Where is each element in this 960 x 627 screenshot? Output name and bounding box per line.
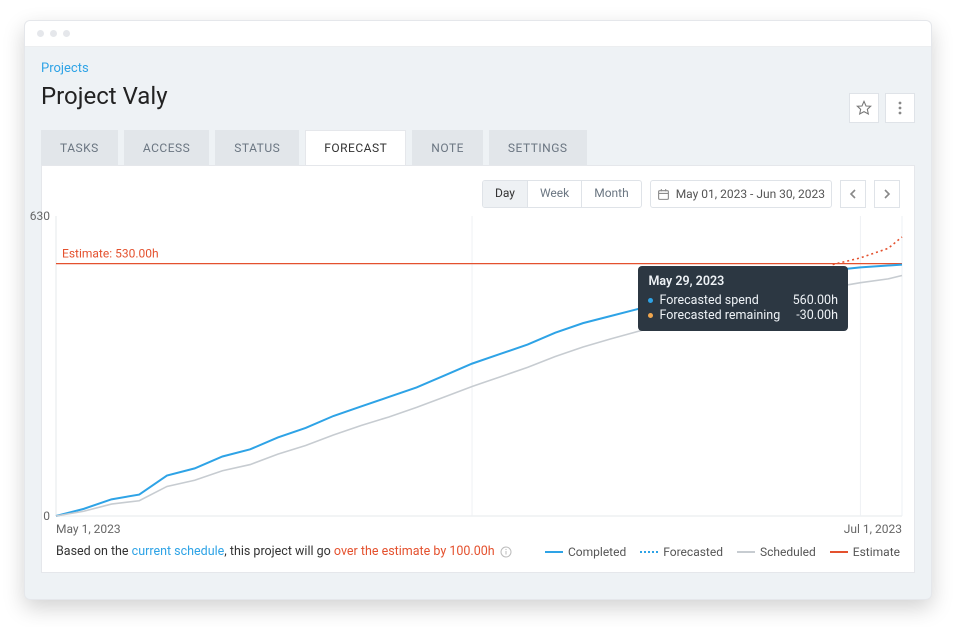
- window-titlebar: [25, 21, 931, 47]
- forecast-chart: 630 0 May 1, 2023 Jul 1, 2023 Estimate: …: [56, 216, 902, 516]
- legend-forecasted: Forecasted: [640, 545, 723, 559]
- favorite-button[interactable]: [849, 93, 879, 123]
- tab-access[interactable]: ACCESS: [124, 130, 209, 165]
- tab-settings[interactable]: SETTINGS: [489, 130, 587, 165]
- breadcrumb[interactable]: Projects: [41, 61, 915, 76]
- chevron-left-icon: [849, 189, 857, 199]
- chevron-right-icon: [883, 189, 891, 199]
- date-prev-button[interactable]: [840, 180, 866, 208]
- chart-legend: Completed Forecasted Scheduled Estimate: [545, 545, 900, 559]
- legend-scheduled: Scheduled: [737, 545, 816, 559]
- granularity-day[interactable]: Day: [483, 181, 528, 207]
- star-icon: [856, 100, 872, 116]
- chart-tooltip: May 29, 2023Forecasted spend560.00hForec…: [638, 266, 847, 331]
- x-axis-start: May 1, 2023: [56, 522, 121, 536]
- chart-svg: Estimate: 530.00h: [56, 216, 902, 516]
- granularity-segment: DayWeekMonth: [482, 180, 642, 208]
- granularity-month[interactable]: Month: [582, 181, 640, 207]
- app-window: Projects Project Valy TASKSACCESSSTATUSF…: [24, 20, 932, 600]
- legend-completed: Completed: [545, 545, 626, 559]
- y-axis-max: 630: [30, 209, 50, 223]
- tab-note[interactable]: NOTE: [412, 130, 483, 165]
- granularity-week[interactable]: Week: [528, 181, 582, 207]
- date-range-label: May 01, 2023 - Jun 30, 2023: [676, 187, 825, 201]
- info-icon: [500, 546, 512, 558]
- more-button[interactable]: [885, 93, 915, 123]
- svg-text:Estimate: 530.00h: Estimate: 530.00h: [62, 247, 159, 261]
- window-dot: [63, 30, 70, 37]
- legend-estimate: Estimate: [830, 545, 900, 559]
- y-axis-min: 0: [43, 509, 50, 523]
- tabs: TASKSACCESSSTATUSFORECASTNOTESETTINGS: [25, 110, 931, 165]
- forecast-summary: Based on the current schedule, this proj…: [56, 544, 531, 559]
- kebab-icon: [898, 101, 902, 115]
- tab-status[interactable]: STATUS: [215, 130, 299, 165]
- calendar-icon: [657, 188, 670, 201]
- window-dot: [50, 30, 57, 37]
- current-schedule-link[interactable]: current schedule: [132, 544, 225, 559]
- x-axis-end: Jul 1, 2023: [844, 522, 902, 536]
- forecast-panel: DayWeekMonth May 01, 2023 - Jun 30, 2023…: [41, 165, 915, 573]
- over-estimate-text: over the estimate by 100.00h: [334, 544, 495, 559]
- date-next-button[interactable]: [874, 180, 900, 208]
- page-title: Project Valy: [41, 82, 915, 110]
- date-range-picker[interactable]: May 01, 2023 - Jun 30, 2023: [650, 180, 832, 208]
- tab-tasks[interactable]: TASKS: [41, 130, 118, 165]
- tab-forecast[interactable]: FORECAST: [305, 130, 406, 165]
- window-dot: [37, 30, 44, 37]
